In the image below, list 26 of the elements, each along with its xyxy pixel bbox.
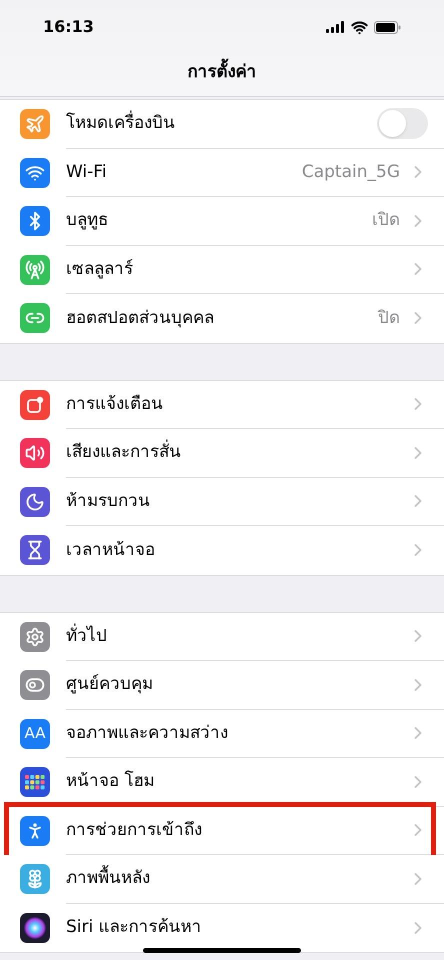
setting-label[interactable]: การช่วยการเข้าถึง [66,818,408,843]
setting-label[interactable]: ห้ามรบกวน [66,488,408,514]
text-size-icon: AA [20,718,50,749]
setting-label[interactable]: จอภาพและความสว่าง [66,720,408,746]
setting-value: เปิด [372,209,400,232]
setting-label[interactable]: หน้าจอ โฮม [66,769,408,794]
wifi-icon [351,18,368,36]
setting-label[interactable]: โหมดเครื่องบิน [66,111,377,136]
setting-value: ปิด [378,306,400,330]
setting-label[interactable]: บลูทูธ [66,208,372,234]
setting-label[interactable]: การแจ้งเตือน [66,392,408,417]
setting-label[interactable]: ศูนย์ควบคุม [66,672,408,698]
setting-label[interactable]: Wi-Fi [66,160,302,185]
setting-label[interactable]: ภาพพื้นหลัง [66,866,408,892]
status-time: 16:13 [43,16,94,38]
page-title: การตั้งค่า [188,60,256,86]
setting-label[interactable]: Siri และการค้นหา [66,915,408,940]
setting-label[interactable]: เซลลูลาร์ [66,256,408,282]
setting-label[interactable]: เวลาหน้าจอ [66,538,408,563]
setting-label[interactable]: ฮอตสปอตส่วนบุคคล [66,306,378,331]
setting-label[interactable]: ทั่วไป [66,624,408,649]
setting-value: Captain_5G [302,160,400,184]
battery-icon [374,20,401,34]
setting-label[interactable]: เสียงและการสั่น [66,440,408,466]
signal-icon [326,21,345,33]
toggle-switch[interactable] [377,108,428,140]
